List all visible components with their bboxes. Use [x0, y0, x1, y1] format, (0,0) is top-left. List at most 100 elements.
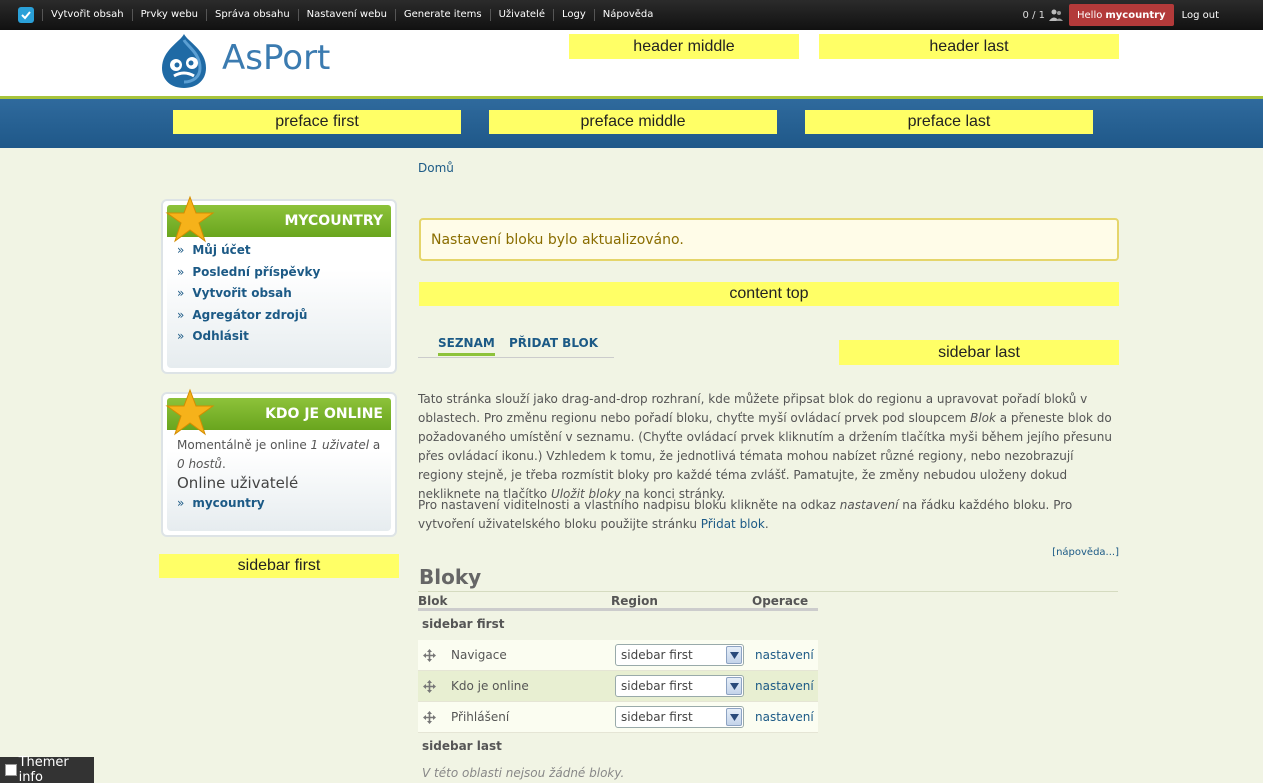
region-sidebar-last: sidebar last: [839, 340, 1119, 365]
region-select[interactable]: sidebar first: [615, 675, 744, 697]
region-row-sidebar-first: sidebar first: [418, 611, 818, 640]
region-header-middle: header middle: [569, 34, 799, 59]
breadcrumb-home-link[interactable]: Domů: [418, 161, 454, 175]
desc-text: .: [764, 517, 769, 531]
empty-region-message: V této oblasti nejsou žádné bloky.: [418, 762, 818, 783]
col-header-operations: Operace: [752, 594, 809, 608]
add-block-link[interactable]: Přidat blok: [701, 517, 765, 531]
block-name: Přihlášení: [451, 710, 510, 724]
user-menu-block: MYCOUNTRY » Můj účet » Poslední příspěvky …: [161, 195, 397, 374]
users-icon: [1049, 9, 1063, 21]
user-menu-list: » Můj účet » Poslední příspěvky » Vytvořit …: [167, 237, 391, 351]
region-preface-middle: preface middle: [489, 110, 777, 134]
who-online-block: KDO JE ONLINE Momentálně je online 1 uži…: [161, 388, 397, 537]
preface-band: preface first preface middle preface las…: [0, 96, 1263, 148]
online-text-part: Momentálně je online: [177, 438, 311, 452]
menu-item-log-out[interactable]: » Odhlásit: [177, 329, 391, 351]
help-link[interactable]: [nápověda...]: [1052, 547, 1119, 558]
bullet: »: [177, 243, 185, 257]
bullet: »: [177, 496, 185, 510]
region-content-top: content top: [419, 282, 1119, 306]
bullet: »: [177, 329, 185, 343]
online-user-link[interactable]: mycountry: [192, 496, 264, 510]
logout-link[interactable]: Log out: [1182, 10, 1219, 21]
tab-bar: SEZNAM PŘIDAT BLOK: [418, 336, 614, 358]
region-select[interactable]: sidebar first: [615, 706, 744, 728]
col-header-block: Blok: [418, 594, 448, 608]
bullet: »: [177, 307, 185, 322]
configure-link[interactable]: nastavení: [755, 679, 814, 693]
chevron-down-icon[interactable]: [726, 677, 742, 695]
hello-user-badge[interactable]: Hello mycountry: [1069, 4, 1174, 26]
bullet: »: [177, 286, 185, 300]
col-header-region: Region: [611, 594, 658, 608]
region-header-last: header last: [819, 34, 1119, 59]
toolbar-item-site-building[interactable]: Prvky webu: [131, 9, 206, 21]
admin-toolbar: Vytvořit obsah Prvky webu Správa obsahu …: [0, 0, 1263, 30]
region-row-label: sidebar first: [422, 617, 505, 631]
chevron-down-icon[interactable]: [726, 708, 742, 726]
drupal-logo-icon[interactable]: [158, 32, 210, 90]
configure-link[interactable]: nastavení: [755, 648, 814, 662]
block-name: Kdo je online: [451, 679, 529, 693]
toolbar-item-logs[interactable]: Logy: [553, 9, 594, 21]
drag-handle-icon[interactable]: [423, 680, 436, 693]
toolbar-menu: Vytvořit obsah Prvky webu Správa obsahu …: [42, 9, 661, 21]
region-select-value: sidebar first: [621, 710, 693, 724]
desc-text: Pro nastavení viditelnosti a vlastního n…: [418, 498, 840, 512]
configure-link[interactable]: nastavení: [755, 710, 814, 724]
description-paragraph-1: Tato stránka slouží jako drag-and-drop r…: [418, 390, 1118, 504]
home-check-icon[interactable]: [18, 7, 34, 23]
themer-checkbox[interactable]: [5, 764, 17, 776]
tab-add-block[interactable]: PŘIDAT BLOK: [509, 336, 598, 350]
empty-region-text: V této oblasti nejsou žádné bloky.: [422, 766, 625, 780]
table-row: Přihlášení sidebar first nastavení: [418, 702, 818, 733]
menu-item-recent-posts[interactable]: » Poslední příspěvky: [177, 265, 391, 287]
blocks-table: Blok Region Operace sidebar first Naviga…: [418, 592, 818, 783]
star-icon: [165, 388, 215, 436]
themer-info-toggle[interactable]: Themer info: [0, 755, 94, 783]
themer-label: Themer info: [18, 755, 69, 783]
toolbar-item-site-configuration[interactable]: Nastavení webu: [297, 9, 395, 21]
online-users-subtitle: Online uživatelé: [177, 474, 299, 492]
toolbar-item-create-content[interactable]: Vytvořit obsah: [42, 9, 132, 21]
online-guests-count: 0 hostů: [177, 457, 222, 471]
table-row: Navigace sidebar first nastavení: [418, 640, 818, 671]
desc-emphasis: nastavení: [839, 498, 899, 512]
drag-handle-icon[interactable]: [423, 711, 436, 724]
region-preface-last: preface last: [805, 110, 1093, 134]
toolbar-item-generate-items[interactable]: Generate items: [394, 9, 490, 21]
blocks-heading: Bloky: [419, 565, 482, 589]
table-row: Kdo je online sidebar first nastavení: [418, 671, 818, 702]
online-text-part: .: [221, 457, 226, 471]
menu-link[interactable]: Poslední příspěvky: [192, 265, 320, 279]
region-select-value: sidebar first: [621, 648, 693, 662]
toolbar-right: 0 / 1 Hello mycountry Log out: [1023, 0, 1263, 30]
toolbar-item-content-management[interactable]: Správa obsahu: [206, 9, 298, 21]
menu-link[interactable]: Agregátor zdrojů: [192, 308, 307, 322]
bullet: »: [177, 264, 185, 279]
online-user-item[interactable]: » mycountry: [177, 496, 391, 518]
menu-link[interactable]: Můj účet: [192, 243, 250, 257]
online-users-count: 1 uživatel: [310, 438, 370, 452]
drag-handle-icon[interactable]: [423, 649, 436, 662]
region-row-label: sidebar last: [422, 739, 502, 753]
site-header: AsPort header middle header last: [0, 30, 1263, 96]
toolbar-item-users[interactable]: Uživatelé: [489, 9, 553, 21]
menu-link[interactable]: Vytvořit obsah: [192, 286, 291, 300]
user-count: 0 / 1: [1022, 9, 1045, 21]
online-text-part: a: [369, 438, 381, 452]
menu-item-feed-aggregator[interactable]: » Agregátor zdrojů: [177, 308, 391, 330]
online-users-list: » mycountry: [167, 492, 391, 518]
menu-item-my-account[interactable]: » Můj účet: [177, 243, 391, 265]
hello-username: mycountry: [1105, 9, 1166, 21]
chevron-down-icon[interactable]: [726, 646, 742, 664]
region-select[interactable]: sidebar first: [615, 644, 744, 666]
menu-item-create-content[interactable]: » Vytvořit obsah: [177, 286, 391, 308]
block-name: Navigace: [451, 648, 507, 662]
tab-list[interactable]: SEZNAM: [438, 336, 495, 356]
site-name[interactable]: AsPort: [222, 38, 330, 78]
menu-link[interactable]: Odhlásit: [192, 329, 249, 343]
toolbar-item-help[interactable]: Nápověda: [593, 9, 662, 21]
desc-emphasis: Blok: [970, 411, 996, 425]
